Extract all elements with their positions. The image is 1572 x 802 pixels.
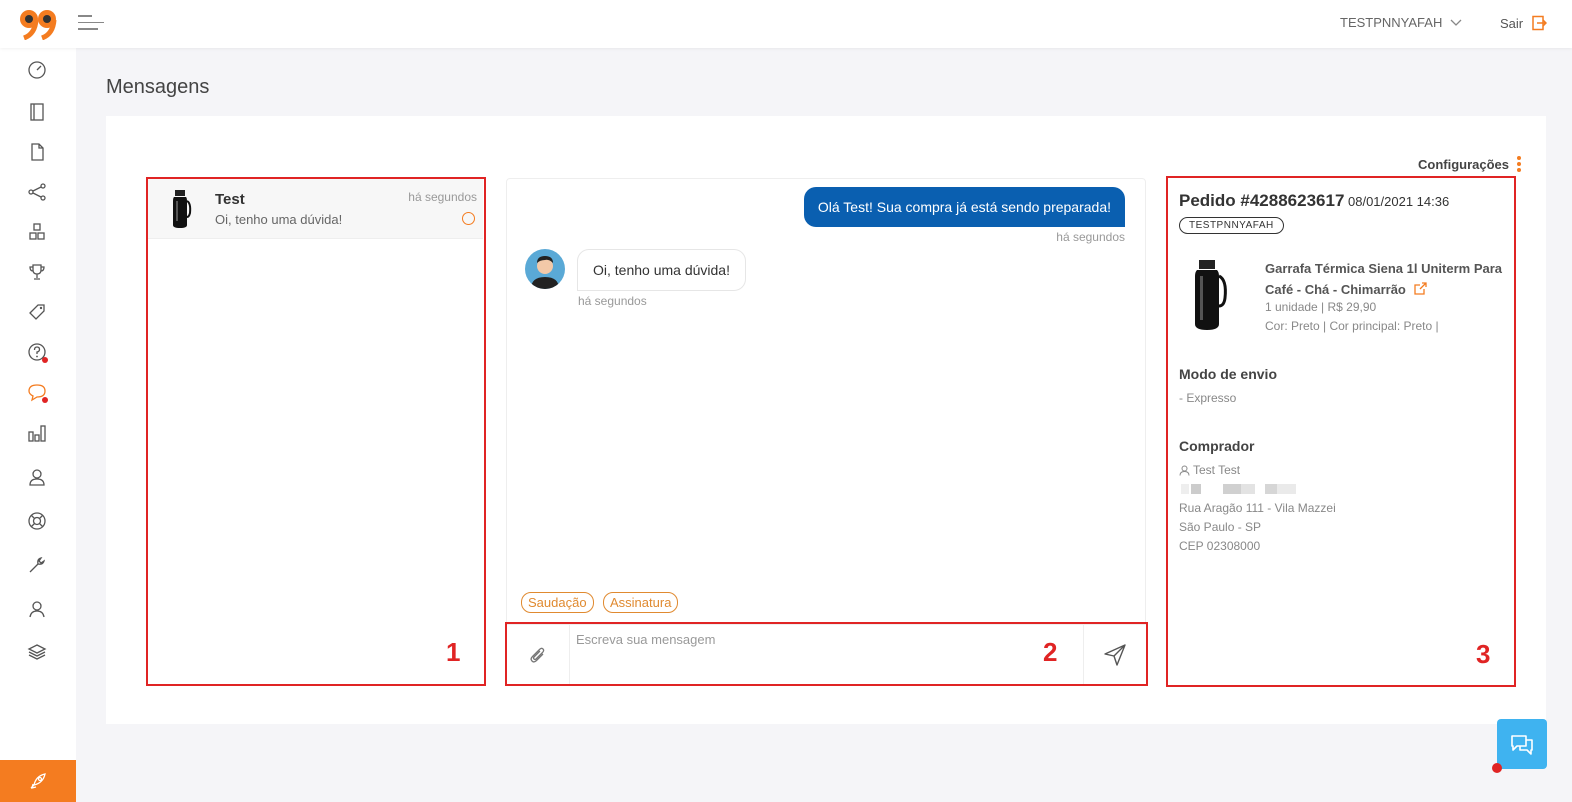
- wrench-icon[interactable]: [26, 554, 48, 576]
- user-icon[interactable]: [26, 598, 48, 620]
- chat-bubbles-icon: [1511, 735, 1533, 755]
- brand-logo[interactable]: [18, 8, 60, 40]
- chevron-down-icon: [1450, 19, 1462, 26]
- outgoing-message-time: há segundos: [1056, 230, 1125, 244]
- logout-button[interactable]: Sair: [1500, 15, 1548, 31]
- layers-icon[interactable]: [26, 641, 48, 663]
- trophy-icon[interactable]: [26, 261, 48, 283]
- settings-label: Configurações: [1418, 156, 1510, 172]
- incoming-message-time: há segundos: [578, 294, 647, 308]
- annotation-box-3: [1166, 176, 1516, 687]
- annotation-box-1: [146, 177, 486, 686]
- lifebuoy-icon[interactable]: [26, 510, 48, 532]
- boxes-icon[interactable]: [26, 221, 48, 243]
- menu-toggle-icon[interactable]: [78, 15, 104, 33]
- top-bar: TESTPNNYAFAH Sair: [0, 0, 1572, 48]
- rocket-icon: [30, 773, 46, 789]
- settings-button[interactable]: Configurações: [1418, 156, 1522, 172]
- annotation-marker-3: 3: [1476, 639, 1491, 669]
- incoming-message: Oi, tenho uma dúvida!: [577, 249, 746, 291]
- dashboard-icon[interactable]: [26, 59, 48, 81]
- chat-panel: Olá Test! Sua compra já está sendo prepa…: [506, 178, 1146, 684]
- annotation-marker-1: 1: [446, 637, 461, 667]
- sidebar: [0, 48, 76, 802]
- user-menu[interactable]: TESTPNNYAFAH: [1340, 15, 1462, 30]
- quick-reply-signature[interactable]: Assinatura: [603, 592, 679, 613]
- notification-dot: [42, 357, 48, 363]
- tag-icon[interactable]: [26, 301, 48, 323]
- share-icon[interactable]: [26, 181, 48, 203]
- outgoing-message: Olá Test! Sua compra já está sendo prepa…: [803, 187, 1125, 227]
- chat-icon[interactable]: [26, 381, 48, 403]
- document-icon[interactable]: [26, 141, 48, 163]
- quick-reply-greeting[interactable]: Saudação: [521, 592, 594, 613]
- logout-icon: [1532, 15, 1548, 31]
- users-icon[interactable]: [26, 466, 48, 488]
- notification-dot: [42, 397, 48, 403]
- kebab-icon: [1517, 156, 1522, 172]
- annotation-marker-2: 2: [1043, 637, 1058, 667]
- notebook-icon[interactable]: [26, 101, 48, 123]
- logout-label: Sair: [1500, 15, 1524, 31]
- bar-chart-icon[interactable]: [26, 422, 48, 444]
- rocket-button[interactable]: [0, 760, 76, 802]
- help-icon[interactable]: [26, 341, 48, 363]
- support-chat-button[interactable]: [1497, 719, 1547, 769]
- user-name: TESTPNNYAFAH: [1340, 15, 1443, 30]
- page-title: Mensagens: [106, 76, 210, 98]
- avatar: [525, 249, 565, 289]
- notification-dot: [1492, 763, 1502, 773]
